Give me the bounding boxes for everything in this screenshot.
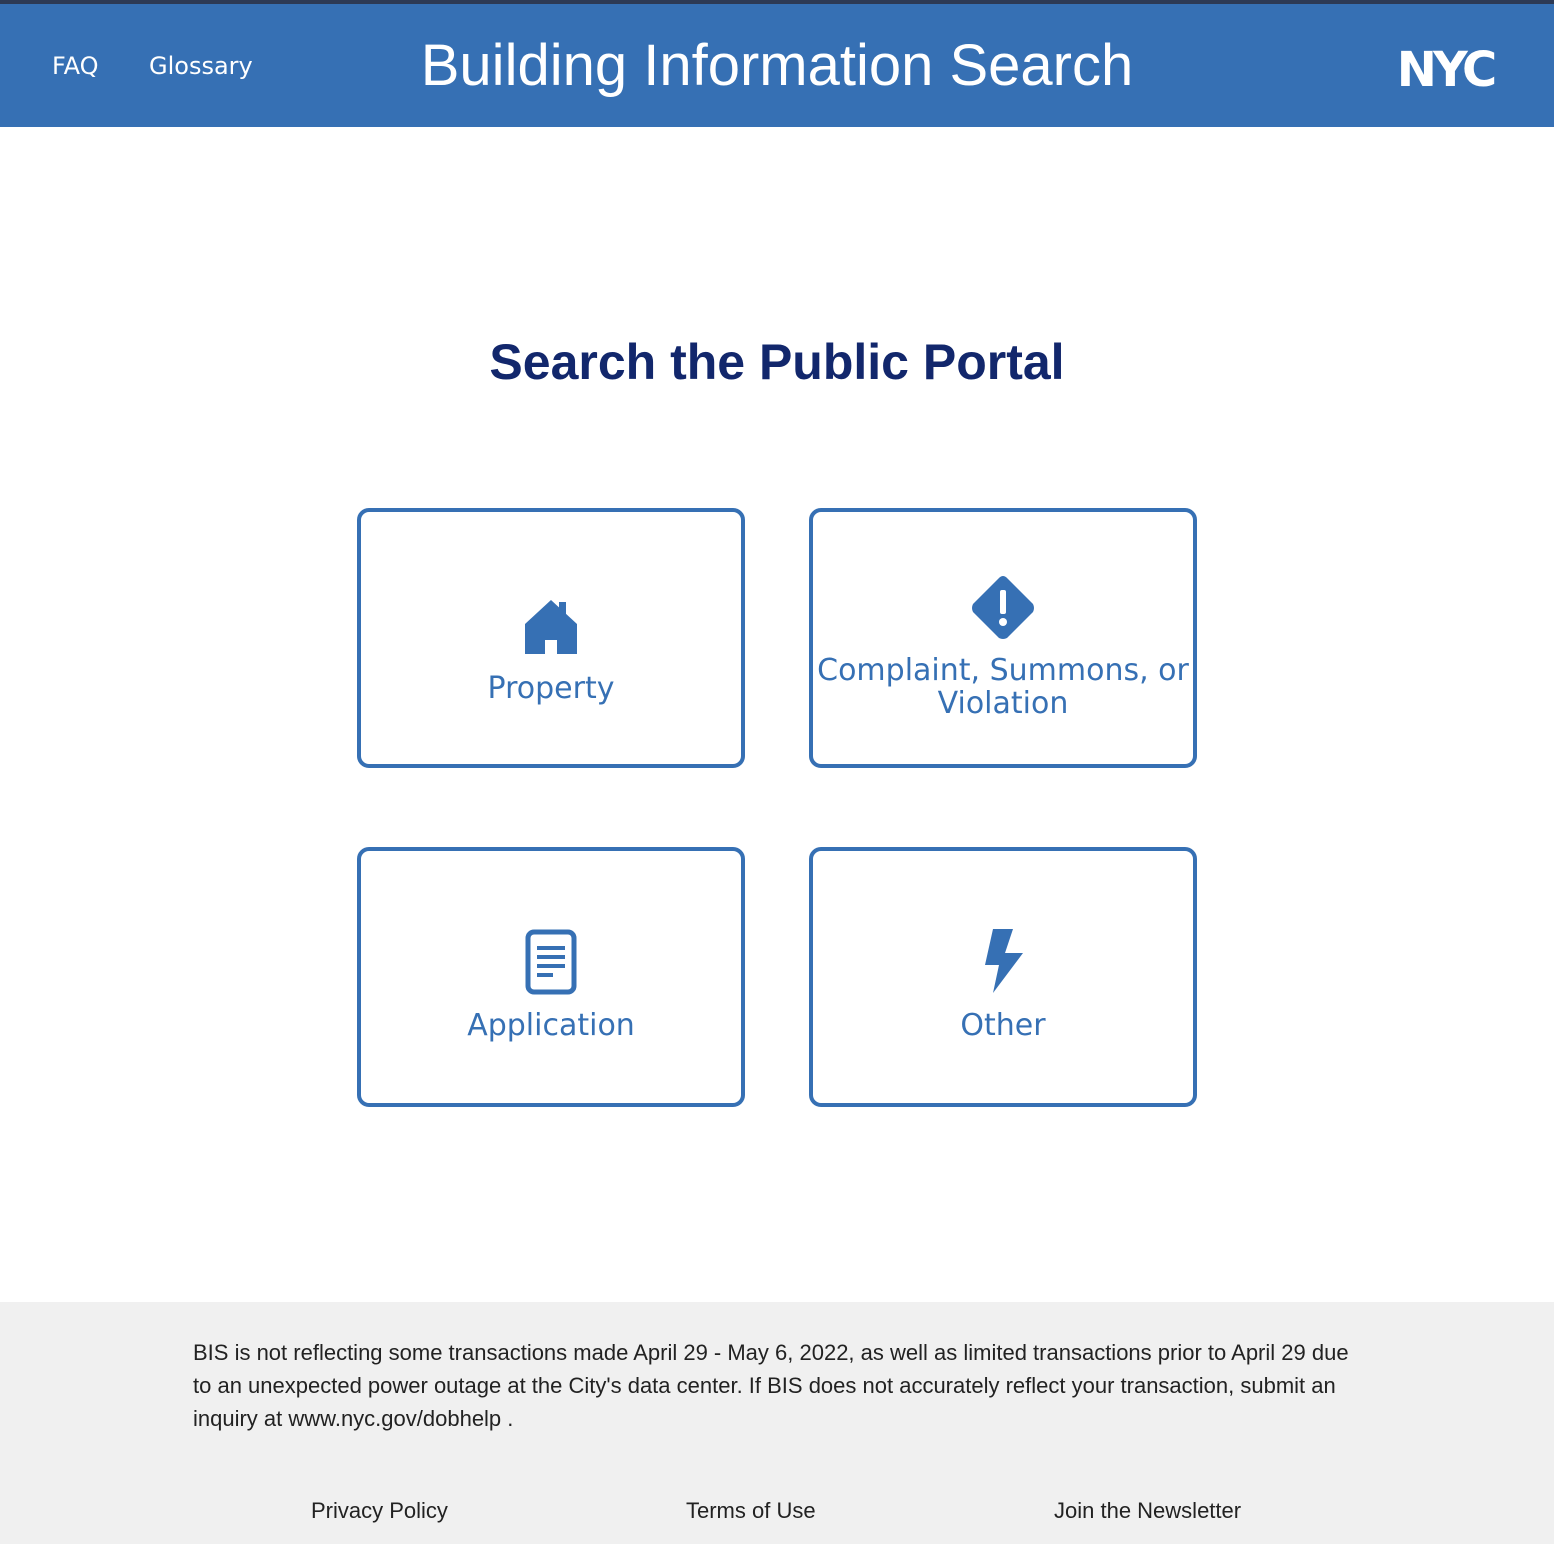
lightning-bolt-icon [985, 929, 1023, 993]
join-newsletter-link[interactable]: Join the Newsletter [1054, 1498, 1241, 1524]
application-card-label: Application [467, 1008, 635, 1043]
nyc-logo[interactable]: NYC [1386, 46, 1504, 90]
outage-notice: BIS is not reflecting some transactions … [193, 1340, 1349, 1431]
terms-of-use-link[interactable]: Terms of Use [686, 1498, 816, 1524]
house-icon [525, 600, 577, 654]
privacy-policy-link[interactable]: Privacy Policy [311, 1498, 448, 1524]
warning-diamond-icon [972, 576, 1034, 639]
nyc-logo-text: NYC [1397, 46, 1495, 90]
other-search-card[interactable]: Other [809, 847, 1197, 1107]
site-header: FAQ Glossary Building Information Search… [0, 4, 1554, 127]
complaint-card-label-line1: Complaint, Summons, or [817, 653, 1189, 688]
property-search-card[interactable]: Property [357, 508, 745, 768]
property-card-label: Property [487, 671, 615, 706]
application-search-card[interactable]: Application [357, 847, 745, 1107]
complaint-card-label-line2: Violation [937, 686, 1069, 721]
complaint-summons-violation-card[interactable]: Complaint, Summons, or Violation [809, 508, 1197, 768]
other-card-label: Other [960, 1008, 1046, 1043]
site-footer: BIS is not reflecting some transactions … [0, 1302, 1554, 1544]
site-title: Building Information Search [420, 33, 1134, 98]
document-icon [525, 929, 577, 995]
page-heading: Search the Public Portal [489, 334, 1065, 390]
